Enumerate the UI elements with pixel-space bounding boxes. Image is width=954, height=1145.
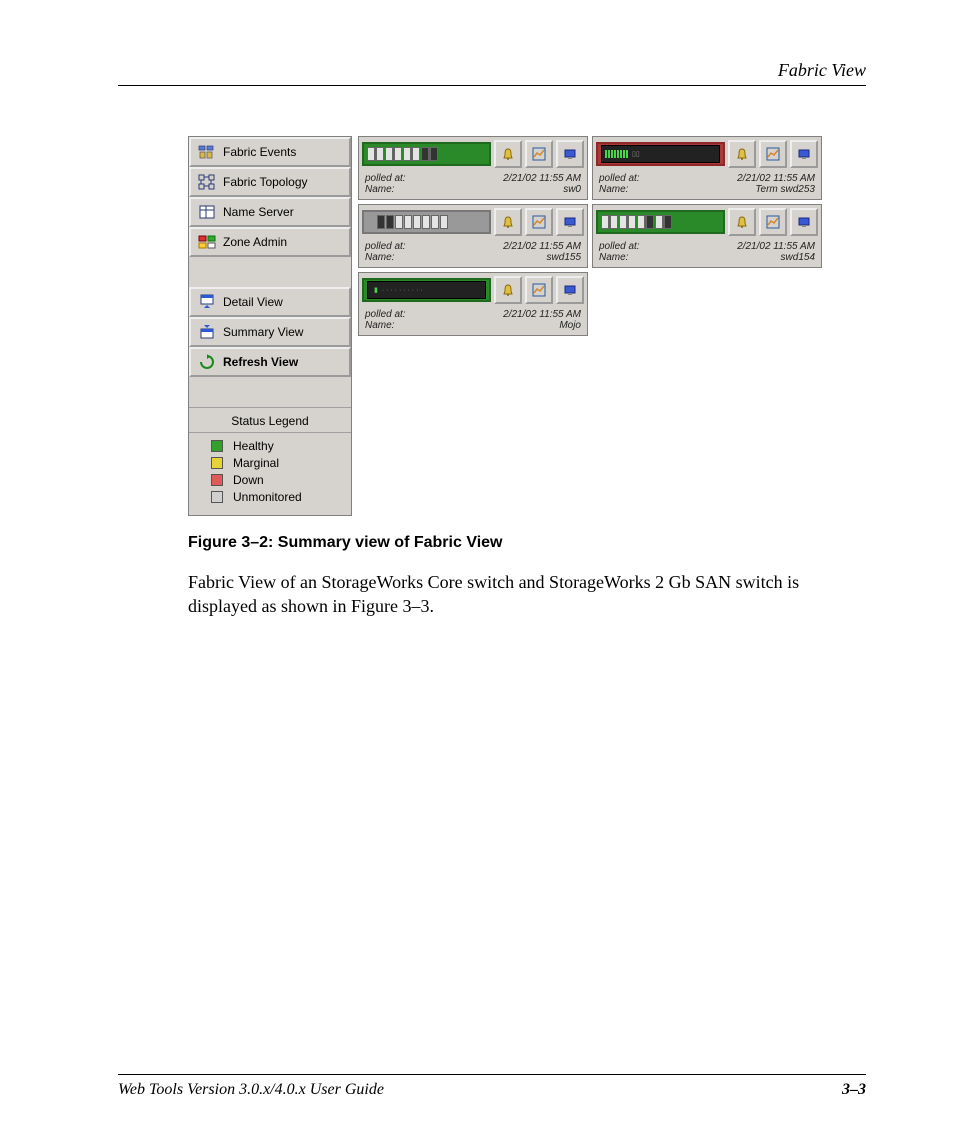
alerts-button[interactable] [494, 140, 522, 168]
switch-card-sw0[interactable]: polled at: Name: 2/21/02 11:55 AM sw0 [358, 136, 588, 200]
switch-device-graphic [596, 210, 725, 234]
sidebar-item-label: Refresh View [223, 355, 298, 369]
polled-at-label: polled at: [365, 173, 406, 184]
refresh-icon [197, 354, 217, 370]
polled-at-label: polled at: [599, 173, 640, 184]
legend-swatch-down [211, 474, 223, 486]
switch-device-graphic: ▯▯ [596, 142, 725, 166]
polled-at-value: 2/21/02 11:55 AM [503, 309, 581, 320]
chart-button[interactable] [759, 208, 787, 236]
polled-at-value: 2/21/02 11:55 AM [503, 241, 581, 252]
admin-button[interactable] [556, 276, 584, 304]
zone-admin-button[interactable]: Zone Admin [189, 227, 351, 257]
fabric-events-icon [197, 144, 217, 160]
switch-name-value: Mojo [559, 320, 581, 331]
sidebar-item-label: Fabric Topology [223, 175, 308, 189]
admin-button[interactable] [790, 208, 818, 236]
fabric-events-button[interactable]: Fabric Events [189, 137, 351, 167]
name-server-button[interactable]: Name Server [189, 197, 351, 227]
switch-device-graphic: ▮· · · · · · · · · · [362, 278, 491, 302]
chart-button[interactable] [759, 140, 787, 168]
footer-page-number: 3–3 [842, 1081, 866, 1099]
polled-at-label: polled at: [365, 241, 406, 252]
switch-device-graphic [362, 210, 491, 234]
alerts-button[interactable] [728, 140, 756, 168]
page-footer: Web Tools Version 3.0.x/4.0.x User Guide… [118, 1074, 866, 1099]
footer-left: Web Tools Version 3.0.x/4.0.x User Guide [118, 1081, 384, 1099]
name-label: Name: [599, 252, 640, 263]
alerts-button[interactable] [494, 276, 522, 304]
alerts-button[interactable] [494, 208, 522, 236]
sidebar-item-label: Zone Admin [223, 235, 287, 249]
summary-view-button[interactable]: Summary View [189, 317, 351, 347]
legend-label: Marginal [233, 456, 279, 470]
legend-label: Down [233, 473, 264, 487]
switch-card-mojo[interactable]: ▮· · · · · · · · · · polled at: Name: 2/… [358, 272, 588, 336]
status-legend-title: Status Legend [189, 407, 351, 433]
switch-name-value: Term swd253 [755, 184, 815, 195]
chart-button[interactable] [525, 140, 553, 168]
sidebar-item-label: Summary View [223, 325, 303, 339]
alerts-button[interactable] [728, 208, 756, 236]
polled-at-label: polled at: [599, 241, 640, 252]
name-server-icon [197, 204, 217, 220]
legend-swatch-unmonitored [211, 491, 223, 503]
polled-at-label: polled at: [365, 309, 406, 320]
switch-name-value: sw0 [563, 184, 581, 195]
refresh-view-button[interactable]: Refresh View [189, 347, 351, 377]
name-label: Name: [365, 320, 406, 331]
sidebar-spacer [189, 257, 351, 287]
switch-card-swd154[interactable]: polled at: Name: 2/21/02 11:55 AM swd154 [592, 204, 822, 268]
fabric-topology-button[interactable]: Fabric Topology [189, 167, 351, 197]
sidebar-spacer [189, 377, 351, 407]
admin-button[interactable] [556, 208, 584, 236]
body-paragraph: Fabric View of an StorageWorks Core swit… [188, 570, 866, 619]
detail-view-icon [197, 294, 217, 310]
polled-at-value: 2/21/02 11:55 AM [503, 173, 581, 184]
switch-name-value: swd155 [547, 252, 581, 263]
sidebar-item-label: Detail View [223, 295, 283, 309]
figure-fabric-view-summary: Fabric Events Fabric Topology Name Serve… [188, 136, 866, 516]
admin-button[interactable] [556, 140, 584, 168]
legend-down: Down [211, 471, 351, 488]
zone-admin-icon [197, 234, 217, 250]
sidebar-item-label: Name Server [223, 205, 294, 219]
sidebar-item-label: Fabric Events [223, 145, 296, 159]
fabric-view-sidebar: Fabric Events Fabric Topology Name Serve… [188, 136, 352, 516]
polled-at-value: 2/21/02 11:55 AM [737, 173, 815, 184]
chart-button[interactable] [525, 276, 553, 304]
legend-marginal: Marginal [211, 454, 351, 471]
admin-button[interactable] [790, 140, 818, 168]
header-title: Fabric View [778, 60, 866, 80]
figure-caption: Figure 3–2: Summary view of Fabric View [188, 534, 866, 552]
switch-summary-grid: polled at: Name: 2/21/02 11:55 AM sw0 ▯▯ [358, 136, 822, 516]
switch-card-term-swd253[interactable]: ▯▯ polled at: Name: 2/21/02 11:55 AM [592, 136, 822, 200]
legend-label: Unmonitored [233, 490, 302, 504]
switch-device-graphic [362, 142, 491, 166]
chart-button[interactable] [525, 208, 553, 236]
name-label: Name: [365, 184, 406, 195]
status-legend: Healthy Marginal Down Unmonitored [189, 433, 351, 515]
legend-unmonitored: Unmonitored [211, 488, 351, 505]
switch-name-value: swd154 [781, 252, 815, 263]
name-label: Name: [599, 184, 640, 195]
summary-view-icon [197, 324, 217, 340]
detail-view-button[interactable]: Detail View [189, 287, 351, 317]
name-label: Name: [365, 252, 406, 263]
polled-at-value: 2/21/02 11:55 AM [737, 241, 815, 252]
switch-card-swd155[interactable]: polled at: Name: 2/21/02 11:55 AM swd155 [358, 204, 588, 268]
fabric-topology-icon [197, 174, 217, 190]
legend-label: Healthy [233, 439, 274, 453]
legend-healthy: Healthy [211, 437, 351, 454]
legend-swatch-healthy [211, 440, 223, 452]
legend-swatch-marginal [211, 457, 223, 469]
page-header: Fabric View [118, 60, 866, 86]
